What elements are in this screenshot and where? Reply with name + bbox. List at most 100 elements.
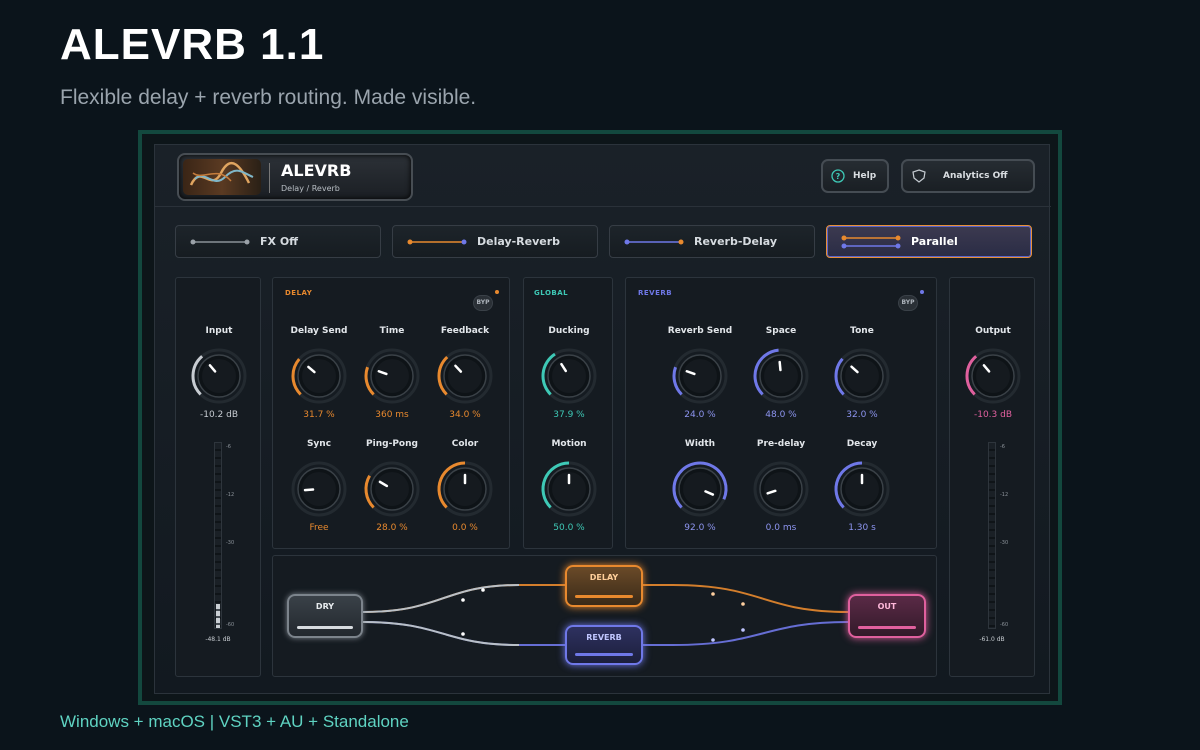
meter-tick: -12	[226, 492, 235, 498]
plugin-header: ALEVRB Delay / Reverb ? Help Analytics O…	[155, 145, 1051, 207]
feedback-knob[interactable]: Feedback 34.0 %	[430, 326, 500, 436]
space-knob[interactable]: Space 48.0 %	[746, 326, 816, 436]
knob-dial	[753, 348, 809, 404]
platforms-footer: Windows + macOS | VST3 + AU + Standalone	[60, 712, 409, 731]
knob-value: 1.30 s	[848, 523, 876, 533]
tab-parallel[interactable]: Parallel	[826, 225, 1032, 258]
reverb-panel: REVERB BYP Reverb Send 24.0 % Space 48.0 %…	[625, 277, 937, 549]
reverb-send-knob[interactable]: Reverb Send 24.0 %	[665, 326, 735, 436]
output-meter-value: -61.0 dB	[979, 636, 1005, 643]
help-icon: ?	[831, 169, 845, 183]
meter-tick: -60	[1000, 622, 1009, 628]
delay-node[interactable]: DELAY	[565, 565, 643, 607]
tone-knob[interactable]: Tone 32.0 %	[827, 326, 897, 436]
meter-tick: -6	[226, 444, 231, 450]
reverb-node[interactable]: REVERB	[565, 625, 643, 665]
node-label: DRY	[315, 602, 335, 611]
meter-tick: -12	[1000, 492, 1009, 498]
width-knob[interactable]: Width 92.0 %	[665, 439, 735, 549]
knob-label: Input	[205, 326, 233, 336]
tab-label: Delay-Reverb	[477, 235, 561, 248]
page-title: ALEVRB 1.1	[60, 20, 325, 69]
color-knob[interactable]: Color 0.0 %	[430, 439, 500, 549]
meter-tick: -30	[1000, 540, 1009, 546]
knob-value: 37.9 %	[553, 410, 585, 420]
reverb-delay-icon	[624, 239, 684, 244]
plugin-logo-badge[interactable]: ALEVRB Delay / Reverb	[177, 153, 413, 201]
help-label: Help	[853, 171, 877, 181]
knob-dial	[672, 348, 728, 404]
out-node[interactable]: OUT	[848, 594, 926, 638]
analytics-label: Analytics Off	[943, 171, 1008, 181]
knob-dial	[291, 461, 347, 517]
delay-reverb-icon	[407, 239, 467, 244]
output-knob[interactable]: Output -10.3 dB	[958, 326, 1028, 436]
knob-value: 32.0 %	[846, 410, 878, 420]
input-meter-value: -48.1 dB	[205, 636, 231, 643]
knob-pointer	[303, 488, 315, 492]
knob-dial	[834, 348, 890, 404]
reverb-section-title: REVERB	[638, 289, 673, 297]
node-label: DELAY	[589, 573, 619, 582]
knob-dial	[364, 461, 420, 517]
global-panel: GLOBAL Ducking 37.9 % Motion 50.0 %	[523, 277, 613, 549]
knob-value: 0.0 %	[452, 523, 478, 533]
knob-value: -10.2 dB	[199, 410, 239, 420]
line-icon	[190, 239, 250, 244]
node-label: OUT	[877, 602, 897, 611]
knob-dial	[672, 461, 728, 517]
plugin-window: ALEVRB Delay / Reverb ? Help Analytics O…	[154, 144, 1051, 694]
knob-dial	[753, 461, 809, 517]
plugin-frame: ALEVRB Delay / Reverb ? Help Analytics O…	[138, 130, 1062, 705]
tab-reverb-delay[interactable]: Reverb-Delay	[609, 225, 815, 258]
tab-label: Parallel	[911, 235, 958, 248]
meter-tick: -30	[226, 540, 235, 546]
reverb-bypass-indicator	[920, 290, 924, 294]
knob-value: 50.0 %	[553, 523, 585, 533]
delay-panel: DELAY BYP Delay Send 31.7 % Time 360 ms Fe…	[272, 277, 510, 549]
knob-label: Output	[975, 326, 1011, 336]
reverb-bypass-button[interactable]: BYP	[898, 295, 918, 311]
help-button[interactable]: ? Help	[821, 159, 889, 193]
parallel-icon	[841, 235, 901, 248]
knob-dial	[191, 348, 247, 404]
meter-tick: -60	[226, 622, 235, 628]
knob-dial	[541, 348, 597, 404]
ducking-knob[interactable]: Ducking 37.9 %	[534, 326, 604, 436]
routing-graph-panel: DRY DELAY REVERB OUT	[272, 555, 937, 677]
knob-label: Tone	[850, 326, 874, 336]
tab-fx-off[interactable]: FX Off	[175, 225, 381, 258]
decay-knob[interactable]: Decay 1.30 s	[827, 439, 897, 549]
logo-divider	[269, 163, 270, 193]
input-panel: Input -10.2 dB -6 -12 -30 -60 -48.1 dB	[175, 277, 261, 677]
delay-bypass-button[interactable]: BYP	[473, 295, 493, 311]
tab-label: Reverb-Delay	[694, 235, 778, 248]
knob-dial	[541, 461, 597, 517]
knob-dial	[291, 348, 347, 404]
knob-label: Feedback	[440, 326, 490, 336]
output-panel: Output -10.3 dB -6 -12 -30 -60 -61.0 dB	[949, 277, 1035, 677]
knob-dial	[437, 461, 493, 517]
knob-label: Ducking	[548, 326, 590, 336]
plugin-category: Delay / Reverb	[281, 184, 340, 193]
dry-node[interactable]: DRY	[287, 594, 363, 638]
plugin-name: ALEVRB	[281, 161, 352, 180]
knob-label: Motion	[551, 439, 587, 449]
logo-icon	[183, 159, 261, 195]
node-label: REVERB	[586, 633, 622, 642]
page-subtitle: Flexible delay + reverb routing. Made vi…	[60, 86, 477, 109]
knob-pointer	[778, 360, 782, 372]
tab-delay-reverb[interactable]: Delay-Reverb	[392, 225, 598, 258]
input-knob[interactable]: Input -10.2 dB	[184, 326, 254, 436]
analytics-button[interactable]: Analytics Off	[901, 159, 1035, 193]
global-section-title: GLOBAL	[534, 289, 569, 297]
shield-icon	[912, 169, 926, 183]
pre-delay-knob[interactable]: Pre-delay 0.0 ms	[746, 439, 816, 549]
knob-dial	[364, 348, 420, 404]
input-meter	[214, 442, 222, 629]
knob-value: -10.3 dB	[973, 410, 1013, 420]
knob-label: Decay	[846, 439, 878, 449]
motion-knob[interactable]: Motion 50.0 %	[534, 439, 604, 549]
delay-section-title: DELAY	[285, 289, 313, 297]
svg-text:?: ?	[836, 172, 841, 181]
